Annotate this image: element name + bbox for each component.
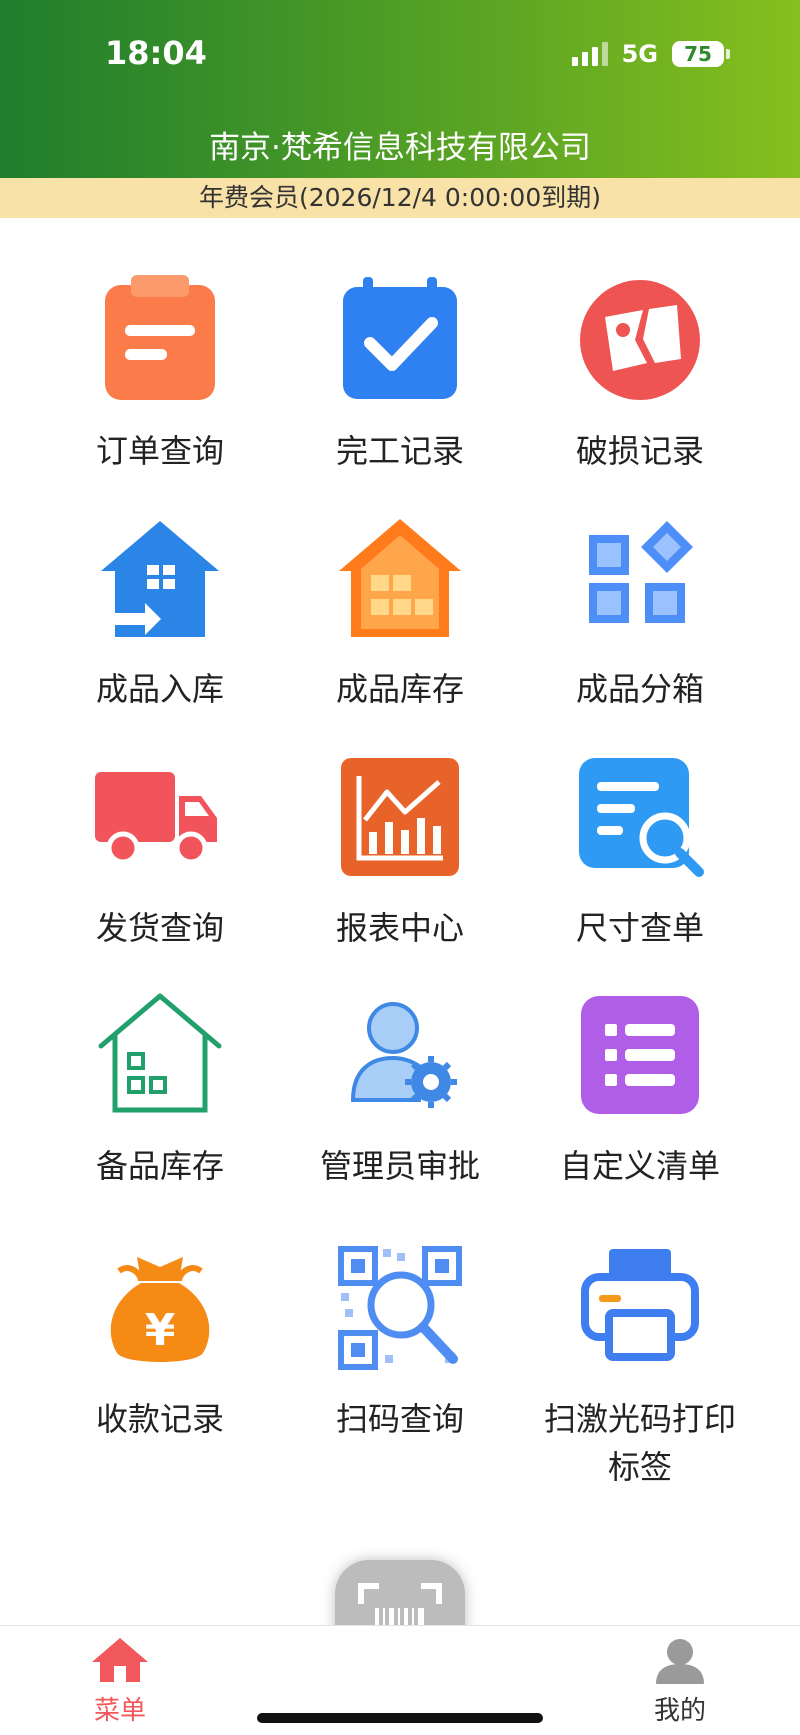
menu-item-product-boxing[interactable]: 成品分箱: [520, 513, 760, 713]
menu-item-spare-inventory[interactable]: 备品库存: [40, 990, 280, 1190]
menu-item-payment-record[interactable]: ¥ 收款记录: [40, 1243, 280, 1443]
menu-item-product-inbound[interactable]: 成品入库: [40, 513, 280, 713]
menu-item-label: 扫激光码打印标签: [543, 1400, 736, 1486]
signal-icon: [571, 42, 608, 66]
menu-item-label: 成品分箱: [575, 670, 704, 708]
list-icon: [581, 996, 699, 1114]
status-time: 18:04: [105, 34, 207, 72]
chart-report-icon: [341, 758, 459, 876]
menu-item-custom-list[interactable]: 自定义清单: [520, 990, 760, 1190]
menu-item-order-query[interactable]: 订单查询: [40, 275, 280, 475]
user-icon: [656, 1639, 704, 1684]
membership-banner: 年费会员(2026/12/4 0:00:00到期): [0, 178, 800, 218]
boxes-grid-icon: [589, 521, 693, 623]
calendar-check-icon: [343, 277, 457, 399]
menu-item-completion-record[interactable]: 完工记录: [280, 275, 520, 475]
menu-item-label: 完工记录: [335, 432, 464, 470]
home-indicator: [257, 1713, 543, 1723]
menu-item-damage-record[interactable]: 破损记录: [520, 275, 760, 475]
printer-icon: [581, 1249, 699, 1361]
menu-item-label: 备品库存: [95, 1147, 224, 1185]
menu-item-label: 成品入库: [95, 670, 224, 708]
battery-icon: 75: [672, 41, 730, 67]
menu-item-report-center[interactable]: 报表中心: [280, 752, 520, 952]
menu-item-label: 扫码查询: [335, 1400, 464, 1438]
menu-item-admin-approval[interactable]: 管理员审批: [280, 990, 520, 1190]
house-outline-icon: [98, 993, 222, 1113]
house-inbound-icon: [101, 521, 219, 637]
qr-search-icon: [338, 1246, 462, 1370]
app-header: 18:04 5G 75 南京·梵希信息科技有限公司: [0, 0, 800, 178]
truck-icon: [95, 772, 217, 865]
menu-item-scan-query[interactable]: 扫码查询: [280, 1243, 520, 1443]
house-inventory-icon: [339, 519, 461, 637]
tab-menu-label: 菜单: [93, 1696, 146, 1726]
tab-menu[interactable]: 菜单: [60, 1636, 180, 1727]
menu-item-label: 成品库存: [335, 670, 464, 708]
money-bag-icon: ¥: [110, 1257, 210, 1362]
tab-mine-label: 我的: [653, 1696, 706, 1726]
home-icon: [92, 1638, 148, 1682]
company-title: 南京·梵希信息科技有限公司: [209, 130, 591, 166]
menu-item-label: 订单查询: [95, 432, 224, 470]
menu-item-label: 自定义清单: [559, 1147, 720, 1185]
clipboard-icon: [105, 275, 215, 400]
menu-item-laser-print-label[interactable]: 扫激光码打印标签: [520, 1243, 760, 1491]
tab-mine[interactable]: 我的: [620, 1636, 740, 1727]
document-search-icon: [579, 758, 704, 877]
menu-item-label: 收款记录: [95, 1400, 224, 1438]
broken-photo-icon: [580, 280, 700, 400]
network-type: 5G: [621, 40, 658, 68]
menu-item-label: 尺寸查单: [575, 909, 704, 947]
menu-item-label: 发货查询: [95, 909, 224, 947]
menu-item-label: 报表中心: [335, 909, 464, 947]
menu-item-size-query[interactable]: 尺寸查单: [520, 752, 760, 952]
menu-item-product-inventory[interactable]: 成品库存: [280, 513, 520, 713]
battery-level: 75: [672, 41, 724, 67]
svg-text:¥: ¥: [145, 1305, 176, 1356]
menu-item-label: 管理员审批: [319, 1147, 480, 1185]
menu-item-shipping-query[interactable]: 发货查询: [40, 752, 280, 952]
admin-gear-icon: [350, 1002, 457, 1108]
status-indicators: 5G 75: [571, 40, 730, 68]
menu-item-label: 破损记录: [575, 432, 704, 470]
